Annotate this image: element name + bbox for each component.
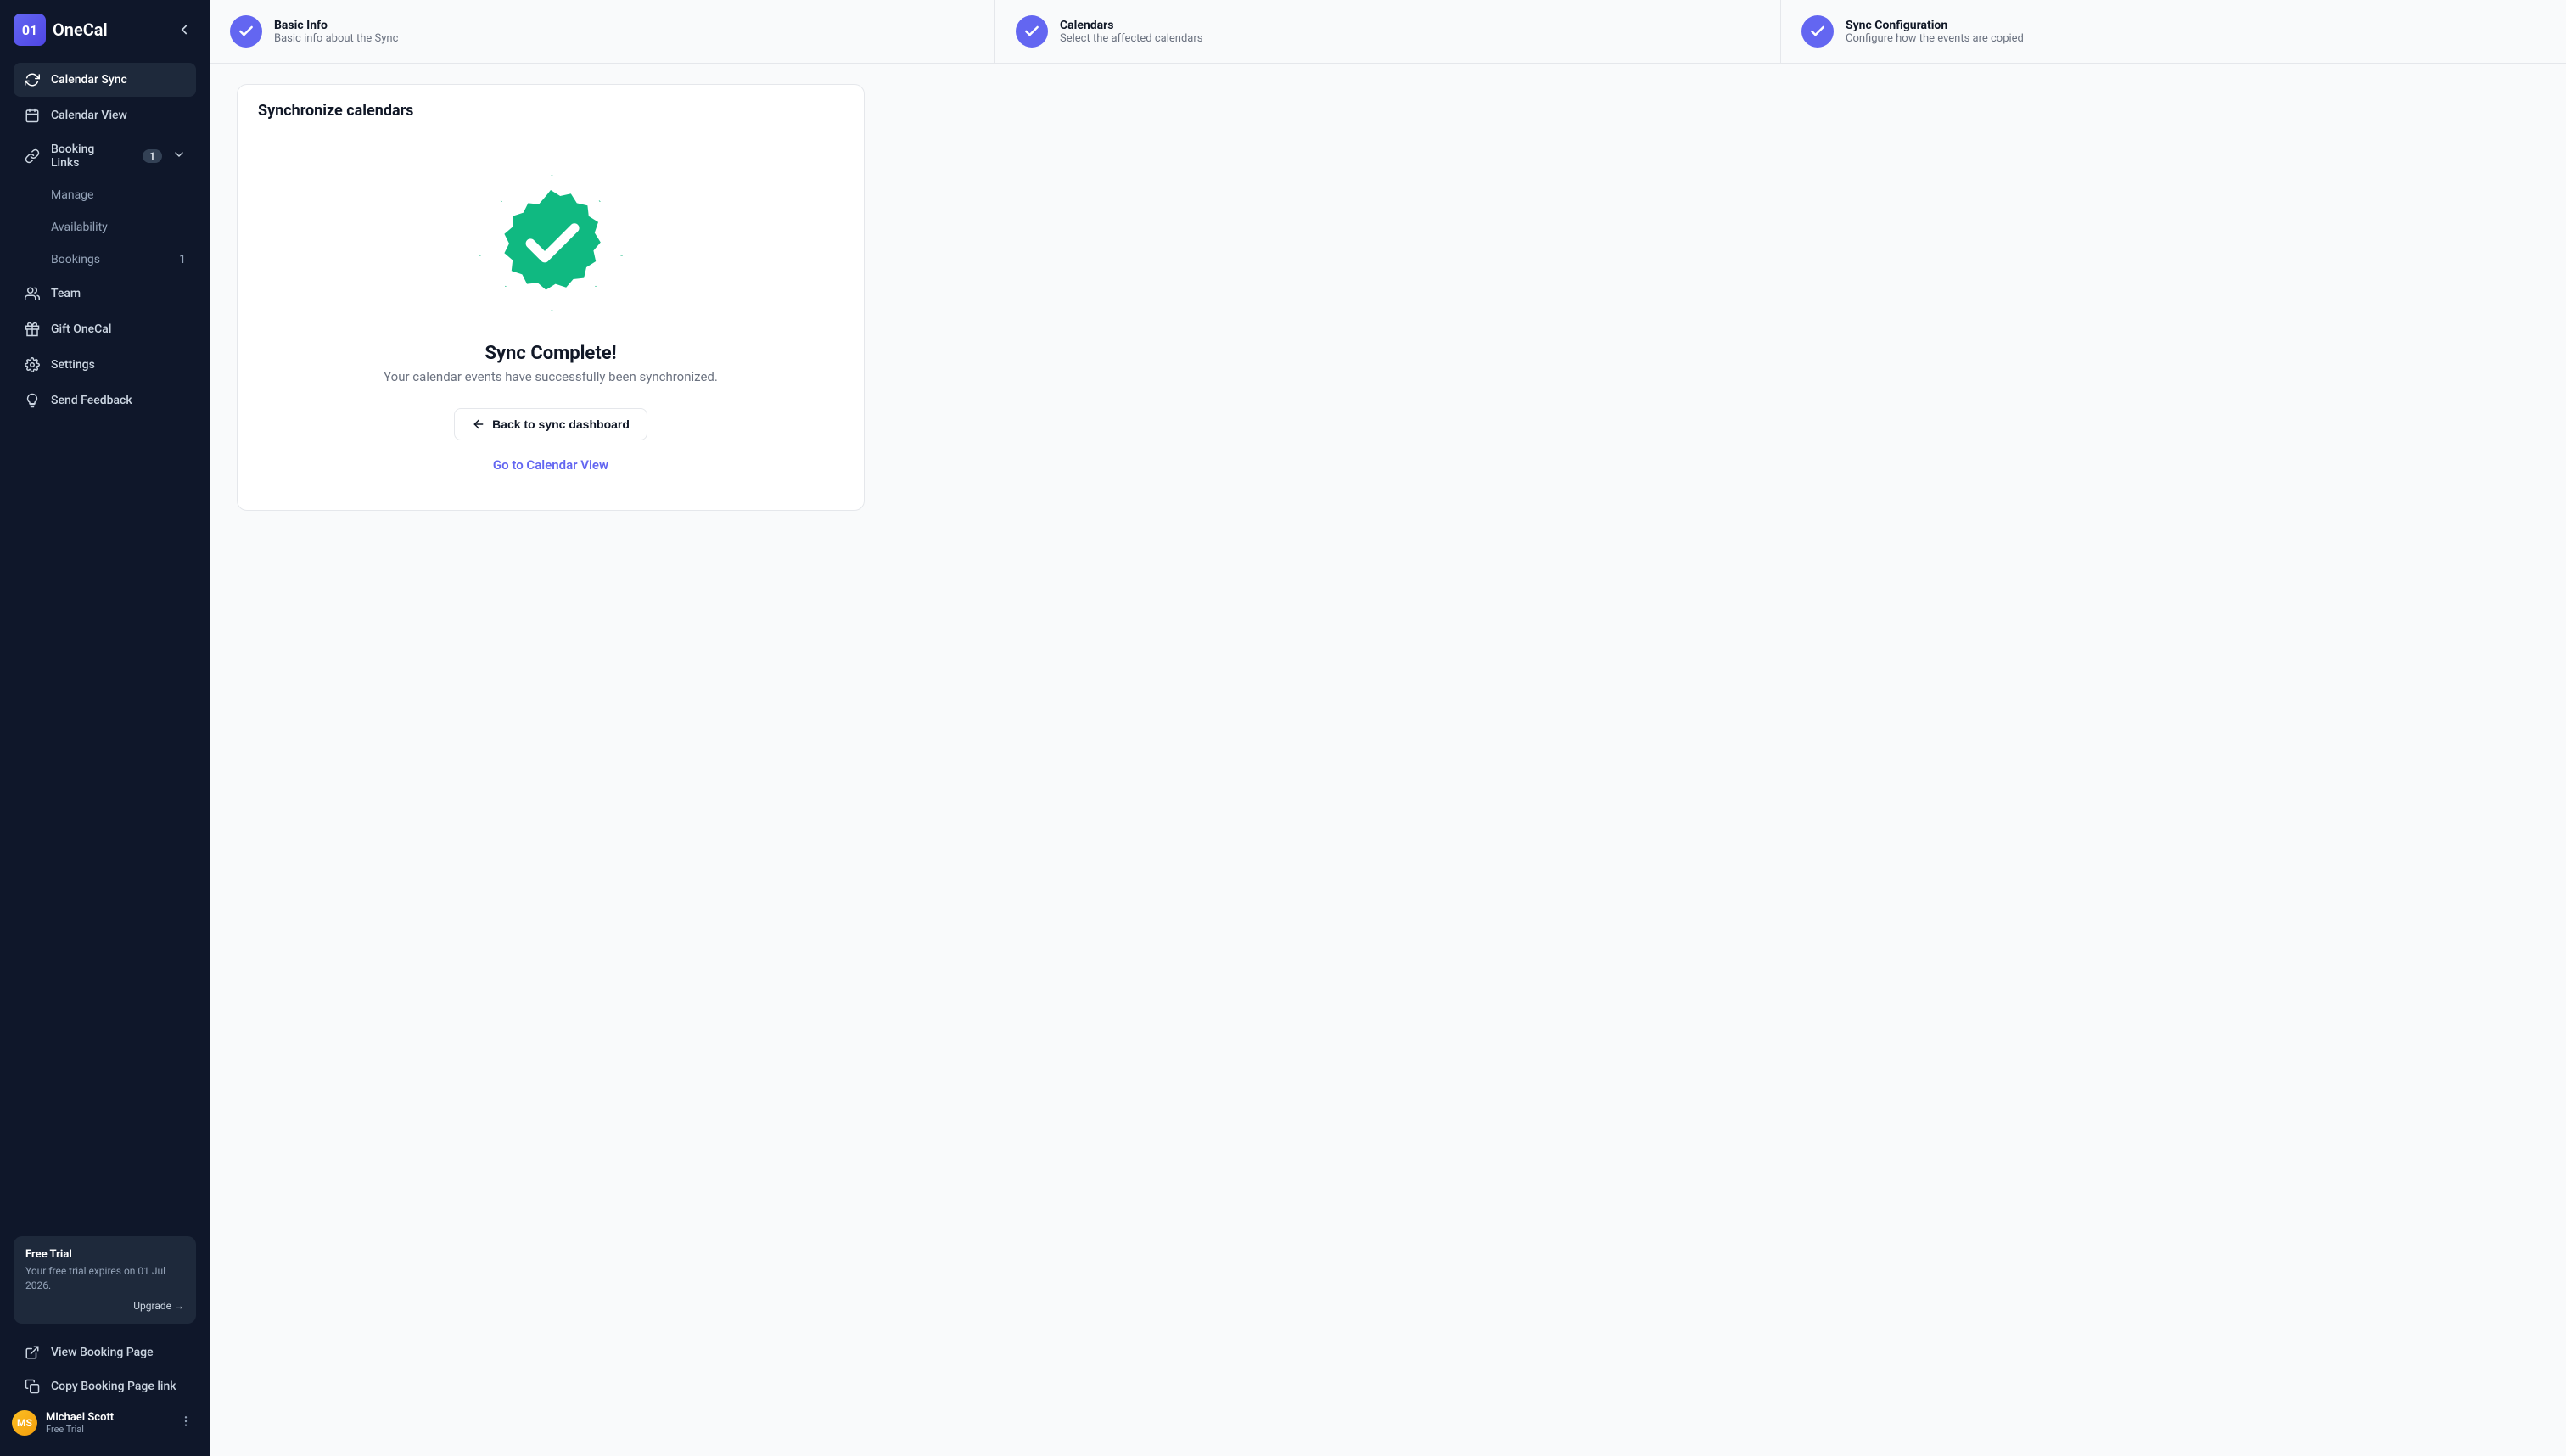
sub-manage[interactable]: Manage [41,180,196,210]
content-area: Synchronize calendars - ` ` - - . . - [210,64,2566,531]
card-title: Synchronize calendars [258,102,843,120]
gear-icon [24,356,41,373]
main-content: Basic Info Basic info about the Sync Cal… [210,0,2566,1456]
nav-send-feedback[interactable]: Send Feedback [14,384,196,417]
calendar-icon [24,107,41,124]
nav-booking-links[interactable]: Booking Links 1 [14,134,196,178]
logo[interactable]: 01 OneCal [14,14,108,46]
nav-label: Copy Booking Page link [51,1380,176,1393]
sidebar: 01 OneCal Calendar Sync Calendar View Bo… [0,0,210,1456]
check-icon [1801,15,1834,48]
badge: 1 [143,149,162,163]
nav-label: Gift OneCal [51,322,111,336]
sub-label: Availability [51,221,108,234]
step-title: Calendars [1060,19,1202,32]
check-icon [1016,15,1048,48]
avatar: MS [12,1410,37,1436]
sub-label: Manage [51,188,93,202]
card-body: - ` ` - - . . - Sync Complete! Your cale… [238,137,864,510]
nav-label: Booking Links [51,143,122,170]
sub-label: Bookings [51,253,100,266]
logo-row: 01 OneCal [14,14,196,46]
step-calendars[interactable]: Calendars Select the affected calendars [995,0,1781,63]
card-header: Synchronize calendars [238,85,864,137]
user-info: Michael Scott Free Trial [46,1411,167,1435]
step-basic-info[interactable]: Basic Info Basic info about the Sync [210,0,995,63]
nav-calendar-view[interactable]: Calendar View [14,98,196,132]
user-row: MS Michael Scott Free Trial [12,1403,196,1442]
trial-text: Your free trial expires on 01 Jul 2026. [25,1264,184,1293]
nav-gift[interactable]: Gift OneCal [14,312,196,346]
chevron-left-icon [176,22,192,37]
copy-icon [24,1378,41,1395]
booking-links-submenu: Manage Availability Bookings 1 [14,180,196,275]
upgrade-link[interactable]: Upgrade → [25,1300,184,1312]
step-desc: Basic info about the Sync [274,32,398,45]
view-booking-page[interactable]: View Booking Page [14,1336,196,1369]
success-illustration: - ` ` - - . . - [479,171,623,316]
nav-label: Settings [51,358,95,372]
gift-icon [24,321,41,338]
go-to-calendar-view-link[interactable]: Go to Calendar View [493,457,608,473]
success-title: Sync Complete! [485,343,616,364]
nav-label: Send Feedback [51,394,132,407]
sync-icon [24,71,41,88]
logo-mark: 01 [14,14,46,46]
success-seal-icon [491,184,610,303]
nav-calendar-sync[interactable]: Calendar Sync [14,63,196,97]
trial-card: Free Trial Your free trial expires on 01… [14,1236,196,1324]
nav-label: View Booking Page [51,1346,154,1359]
user-menu-button[interactable] [176,1411,196,1435]
button-label: Back to sync dashboard [492,417,630,431]
step-desc: Configure how the events are copied [1846,32,2024,45]
logo-text: OneCal [53,20,108,40]
trial-title: Free Trial [25,1248,184,1261]
nav-label: Team [51,287,81,300]
kebab-icon [179,1414,193,1428]
step-title: Basic Info [274,19,398,32]
step-title: Sync Configuration [1846,19,2024,32]
step-desc: Select the affected calendars [1060,32,1202,45]
nav-label: Calendar Sync [51,73,127,87]
nav-label: Calendar View [51,109,127,122]
success-text: Your calendar events have successfully b… [384,369,718,384]
users-icon [24,285,41,302]
badge: 1 [179,253,186,266]
user-name: Michael Scott [46,1411,167,1424]
nav-team[interactable]: Team [14,277,196,311]
lightbulb-icon [24,392,41,409]
check-icon [230,15,262,48]
sync-card: Synchronize calendars - ` ` - - . . - [237,84,865,511]
stepper: Basic Info Basic info about the Sync Cal… [210,0,2566,64]
step-sync-configuration[interactable]: Sync Configuration Configure how the eve… [1781,0,2566,63]
chevron-down-icon [172,148,186,165]
external-link-icon [24,1344,41,1361]
user-plan: Free Trial [46,1424,167,1435]
nav-settings[interactable]: Settings [14,348,196,382]
link-icon [24,148,41,165]
copy-booking-page-link[interactable]: Copy Booking Page link [14,1369,196,1403]
back-to-dashboard-button[interactable]: Back to sync dashboard [454,408,647,440]
arrow-left-icon [472,417,485,431]
sub-bookings[interactable]: Bookings 1 [41,244,196,275]
primary-nav: Calendar Sync Calendar View Booking Link… [14,63,196,417]
collapse-sidebar-button[interactable] [172,18,196,42]
sub-availability[interactable]: Availability [41,212,196,243]
